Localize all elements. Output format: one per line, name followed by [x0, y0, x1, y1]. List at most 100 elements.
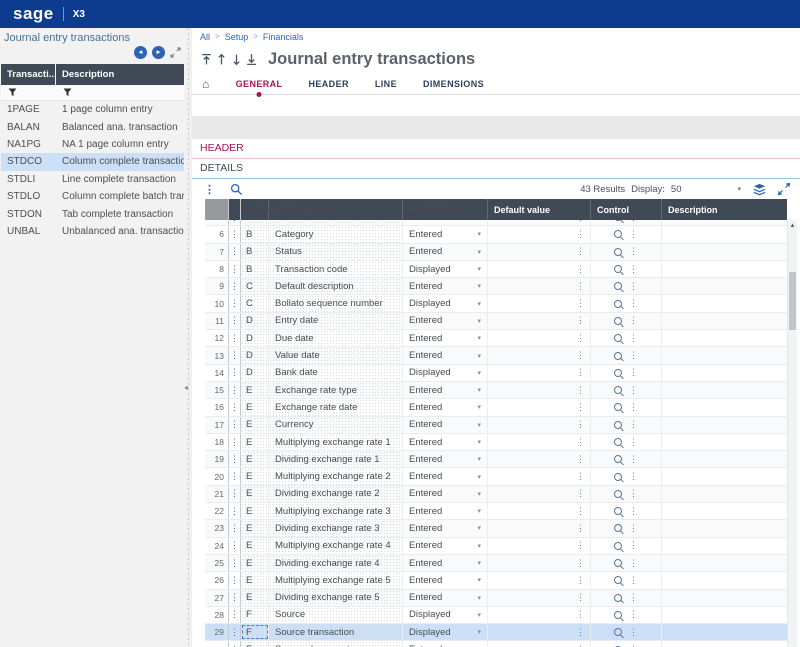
- detail-row[interactable]: 20⋮EMultiplying exchange rate 2Entered▾⋮…: [205, 468, 787, 485]
- section-details-label[interactable]: DETAILS: [200, 162, 800, 175]
- block-cell[interactable]: E: [241, 520, 269, 536]
- block-cell[interactable]: E: [241, 538, 269, 554]
- entry-mode-select[interactable]: Entered▾: [403, 572, 488, 588]
- block-cell[interactable]: E: [241, 590, 269, 606]
- breadcrumb-link-all[interactable]: All: [200, 32, 210, 42]
- control-cell[interactable]: ⋮: [591, 624, 662, 640]
- default-value-menu-icon[interactable]: ⋮: [576, 220, 585, 222]
- list-item[interactable]: UNBALUnbalanced ana. transaction: [1, 223, 184, 240]
- default-value-menu-icon[interactable]: ⋮: [576, 610, 585, 619]
- lookup-icon[interactable]: [614, 352, 622, 360]
- block-cell[interactable]: E: [241, 434, 269, 450]
- control-cell[interactable]: ⋮: [591, 399, 662, 415]
- description-cell[interactable]: Multiplying exchange rate 4: [269, 538, 403, 554]
- entry-mode-select[interactable]: Entered▾: [403, 486, 488, 502]
- default-value-menu-icon[interactable]: ⋮: [576, 507, 585, 516]
- default-value-cell[interactable]: ⋮: [488, 365, 591, 381]
- block-cell[interactable]: F: [241, 607, 269, 623]
- default-value-cell[interactable]: ⋮: [488, 382, 591, 398]
- section-header-label[interactable]: HEADER: [200, 142, 800, 155]
- default-value-cell[interactable]: ⋮: [488, 278, 591, 294]
- entry-mode-select[interactable]: Displayed▾: [403, 261, 488, 277]
- row-menu-icon[interactable]: ⋮: [230, 593, 239, 602]
- lookup-icon[interactable]: [614, 317, 622, 325]
- default-value-cell[interactable]: ⋮: [488, 468, 591, 484]
- move-down-icon[interactable]: [229, 53, 244, 67]
- detail-row[interactable]: 26⋮EMultiplying exchange rate 5Entered▾⋮…: [205, 572, 787, 589]
- panel-splitter[interactable]: ◂: [185, 28, 192, 647]
- description2-cell[interactable]: [662, 295, 787, 311]
- block-cell[interactable]: D: [241, 365, 269, 381]
- display-value[interactable]: 50: [671, 184, 682, 195]
- detail-row[interactable]: 16⋮EExchange rate dateEntered▾⋮⋮: [205, 399, 787, 416]
- detail-row[interactable]: 17⋮ECurrencyEntered▾⋮⋮: [205, 417, 787, 434]
- jump-to-last-section-icon[interactable]: [244, 53, 259, 67]
- lookup-icon[interactable]: [614, 576, 622, 584]
- default-value-cell[interactable]: ⋮: [488, 261, 591, 277]
- home-icon[interactable]: ⌂: [202, 77, 210, 91]
- description2-cell[interactable]: [662, 313, 787, 329]
- row-menu-icon[interactable]: ⋮: [230, 368, 239, 377]
- entry-mode-select[interactable]: Entered▾: [403, 244, 488, 260]
- default-value-menu-icon[interactable]: ⋮: [576, 472, 585, 481]
- description-cell[interactable]: Status: [269, 244, 403, 260]
- lookup-icon[interactable]: [614, 248, 622, 256]
- default-value-menu-icon[interactable]: ⋮: [576, 524, 585, 533]
- description2-cell[interactable]: [662, 399, 787, 415]
- description2-cell[interactable]: [662, 503, 787, 519]
- row-menu-icon[interactable]: ⋮: [230, 524, 239, 533]
- description-cell[interactable]: Due date: [269, 330, 403, 346]
- control-cell[interactable]: ⋮: [591, 220, 662, 225]
- default-value-menu-icon[interactable]: ⋮: [576, 541, 585, 550]
- description2-cell[interactable]: [662, 538, 787, 554]
- control-menu-icon[interactable]: ⋮: [629, 507, 638, 516]
- col-header-default-value[interactable]: Default value: [488, 199, 591, 220]
- default-value-cell[interactable]: ⋮: [488, 399, 591, 415]
- col-header-control[interactable]: Control: [591, 199, 662, 220]
- lookup-icon[interactable]: [614, 369, 622, 377]
- block-cell[interactable]: E: [241, 417, 269, 433]
- description2-cell[interactable]: [662, 572, 787, 588]
- lookup-icon[interactable]: [614, 438, 622, 446]
- control-cell[interactable]: ⋮: [591, 538, 662, 554]
- description2-cell[interactable]: [662, 641, 787, 647]
- control-cell[interactable]: ⋮: [591, 607, 662, 623]
- row-menu-icon[interactable]: ⋮: [230, 230, 239, 239]
- filter-icon[interactable]: [1, 88, 56, 97]
- entry-mode-select[interactable]: Entered▾: [403, 520, 488, 536]
- description-cell[interactable]: Exchange rate date: [269, 399, 403, 415]
- default-value-menu-icon[interactable]: ⋮: [576, 230, 585, 239]
- dropdown-caret-icon[interactable]: ▾: [477, 628, 481, 636]
- description2-cell[interactable]: [662, 226, 787, 242]
- description-cell[interactable]: Dividing exchange rate 2: [269, 486, 403, 502]
- detail-row[interactable]: 25⋮EDividing exchange rate 4Entered▾⋮⋮: [205, 555, 787, 572]
- lookup-icon[interactable]: [614, 230, 622, 238]
- control-cell[interactable]: ⋮: [591, 451, 662, 467]
- default-value-cell[interactable]: ⋮: [488, 503, 591, 519]
- control-menu-icon[interactable]: ⋮: [629, 524, 638, 533]
- col-header-transaction[interactable]: Transacti...: [1, 64, 56, 85]
- lookup-icon[interactable]: [614, 559, 622, 567]
- block-cell[interactable]: E: [241, 572, 269, 588]
- description-cell[interactable]: Bollato sequence number: [269, 295, 403, 311]
- row-menu-icon[interactable]: ⋮: [230, 247, 239, 256]
- control-menu-icon[interactable]: ⋮: [629, 455, 638, 464]
- detail-row[interactable]: 23⋮EDividing exchange rate 3Entered▾⋮⋮: [205, 520, 787, 537]
- description-cell[interactable]: Bank date: [269, 365, 403, 381]
- dropdown-caret-icon[interactable]: ▾: [477, 421, 481, 429]
- default-value-menu-icon[interactable]: ⋮: [576, 403, 585, 412]
- control-cell[interactable]: ⋮: [591, 486, 662, 502]
- block-cell[interactable]: C: [241, 278, 269, 294]
- detail-row[interactable]: 19⋮EDividing exchange rate 1Entered▾⋮⋮: [205, 451, 787, 468]
- detail-row[interactable]: 9⋮CDefault descriptionEntered▾⋮⋮: [205, 278, 787, 295]
- detail-row[interactable]: 21⋮EDividing exchange rate 2Entered▾⋮⋮: [205, 486, 787, 503]
- row-menu-icon[interactable]: ⋮: [230, 351, 239, 360]
- entry-mode-select[interactable]: Entered▾: [403, 278, 488, 294]
- lookup-icon[interactable]: [614, 265, 622, 273]
- description2-cell[interactable]: [662, 451, 787, 467]
- control-menu-icon[interactable]: ⋮: [629, 316, 638, 325]
- description2-cell[interactable]: [662, 520, 787, 536]
- description-cell[interactable]: Source document: [269, 641, 403, 647]
- lookup-icon[interactable]: [614, 611, 622, 619]
- entry-mode-select[interactable]: Entered▾: [403, 641, 488, 647]
